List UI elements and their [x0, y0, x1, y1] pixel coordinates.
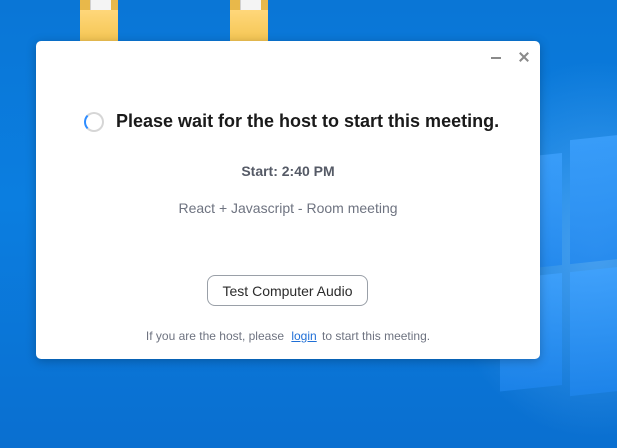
window-controls [490, 51, 530, 63]
close-button[interactable] [518, 51, 530, 63]
host-note-suffix: to start this meeting. [322, 329, 431, 343]
login-link[interactable]: login [291, 329, 316, 343]
test-computer-audio-button[interactable]: Test Computer Audio [207, 275, 368, 306]
logo-pane [570, 128, 617, 265]
host-login-note: If you are the host, please login to sta… [36, 329, 540, 343]
minimize-button[interactable] [490, 51, 502, 63]
folder-front [80, 10, 118, 42]
loading-spinner-icon [84, 111, 104, 132]
meeting-start-time: Start: 2:40 PM [241, 163, 335, 179]
minimize-icon [491, 57, 501, 59]
waiting-headline: Please wait for the host to start this m… [116, 111, 500, 131]
headline-row: Please wait for the host to start this m… [84, 111, 499, 132]
host-note-prefix: If you are the host, please [145, 329, 284, 343]
waiting-for-host-dialog: Please wait for the host to start this m… [36, 41, 540, 359]
folder-icon[interactable] [80, 0, 118, 42]
folder-icon[interactable] [230, 0, 268, 42]
folder-front [230, 10, 268, 42]
close-icon [518, 51, 530, 63]
desktop-background: Please wait for the host to start this m… [0, 0, 617, 448]
logo-pane [570, 260, 617, 397]
meeting-topic: React + Javascript - Room meeting [178, 200, 398, 216]
